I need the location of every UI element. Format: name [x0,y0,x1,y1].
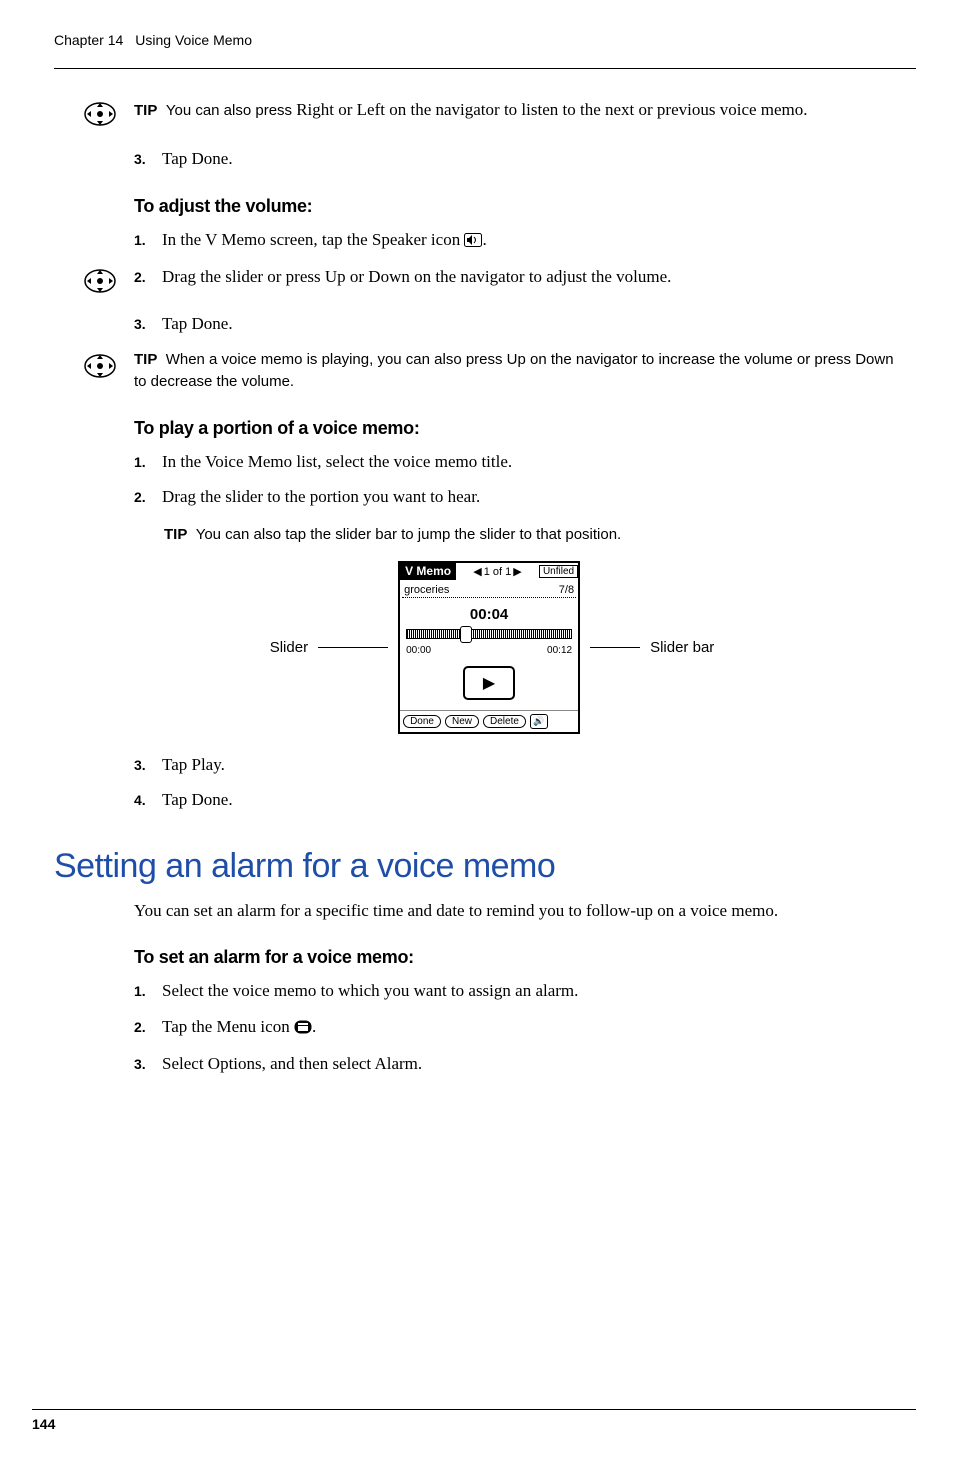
callout-line [590,647,640,648]
step-number: 2. [134,487,152,508]
speaker-icon [464,229,482,255]
callout-sliderbar: Slider bar [650,639,714,656]
callout-slider: Slider [270,639,308,656]
adjust-step-2: 2. Drag the slider or press Up or Down o… [134,264,906,290]
step-number: 2. [134,267,152,288]
step-text: Tap Play. [162,752,225,778]
step-number: 2. [134,1017,152,1038]
page-number: 144 [32,1416,55,1432]
step-number: 4. [134,790,152,811]
section-heading-alarm: Setting an alarm for a voice memo [54,847,906,886]
tip-body: You can also tap the slider bar to jump … [196,526,622,543]
callout-line [318,647,388,648]
play-step-2: 2. Drag the slider to the portion you wa… [134,484,906,510]
done-button[interactable]: Done [403,715,441,728]
menu-icon [294,1016,312,1042]
memo-date: 7/8 [559,584,574,596]
navigator-icon [80,99,120,134]
tip-3: TIP You can also tap the slider bar to j… [164,526,906,543]
alarm-step-3: 3. Select Options, and then select Alarm… [134,1051,906,1077]
category-picker[interactable]: Unfiled [539,565,578,578]
new-button[interactable]: New [445,715,479,728]
step-text: Tap Done. [162,787,233,813]
palm-vmemo-screen: V Memo ◀ 1 of 1 ▶ Unfiled groceries 7/8 … [398,561,580,734]
step-number: 1. [134,981,152,1002]
step-text: In the Voice Memo list, select the voice… [162,449,512,475]
elapsed-time: 00:04 [400,606,578,623]
step-text: Tap the Menu icon . [162,1014,316,1042]
counter: ◀ 1 of 1 ▶ [473,565,521,578]
section-intro: You can set an alarm for a specific time… [134,898,906,924]
adjust-step-1: 1. In the V Memo screen, tap the Speaker… [134,227,906,255]
navigator-icon [80,351,120,386]
memo-name-row: groceries 7/8 [402,583,576,598]
play-step-1: 1. In the Voice Memo list, select the vo… [134,449,906,475]
screenshot-block: Slider V Memo ◀ 1 of 1 ▶ Unfiled groceri… [78,561,906,734]
subhead-adjust-volume: To adjust the volume: [134,196,906,217]
step-text: Tap Done. [162,311,233,337]
slider-thumb[interactable] [460,626,472,643]
speaker-icon[interactable]: 🔊 [530,714,548,729]
page-header: Chapter 14 Using Voice Memo [54,32,916,48]
start-time: 00:00 [406,645,431,656]
tip-label: TIP [134,351,157,368]
tip-2: TIP When a voice memo is playing, you ca… [80,349,906,394]
page-footer: 144 [32,1409,916,1432]
tip-1: TIP You can also press You can also pres… [80,97,906,134]
tip-label: TIP [134,102,157,119]
step-text: Select the voice memo to which you want … [162,978,578,1004]
header-rule [54,68,916,69]
subhead-play-portion: To play a portion of a voice memo: [134,418,906,439]
step-number: 3. [134,1054,152,1075]
chapter-label: Chapter 14 [54,32,123,48]
tip-body: When a voice memo is playing, you can al… [134,351,894,391]
step-number: 3. [134,149,152,170]
alarm-step-1: 1. Select the voice memo to which you wa… [134,978,906,1004]
memo-name[interactable]: groceries [404,584,449,596]
step-number: 1. [134,230,152,251]
step-text: Drag the slider to the portion you want … [162,484,480,510]
end-time: 00:12 [547,645,572,656]
step-text: Tap Done. [162,146,233,172]
adjust-step-2-row: 2. Drag the slider or press Up or Down o… [80,264,906,301]
prev-step-3: 3. Tap Done. [134,146,906,172]
step-number: 3. [134,314,152,335]
play-step-3: 3. Tap Play. [134,752,906,778]
adjust-step-3: 3. Tap Done. [134,311,906,337]
delete-button[interactable]: Delete [483,715,526,728]
step-number: 1. [134,452,152,473]
play-step-4: 4. Tap Done. [134,787,906,813]
slider-bar[interactable] [406,629,572,639]
tip-label: TIP [164,526,187,543]
play-button[interactable]: ▶ [463,666,515,700]
navigator-icon [80,266,120,301]
step-number: 3. [134,755,152,776]
step-text: Drag the slider or press Up or Down on t… [162,264,671,290]
subhead-set-alarm: To set an alarm for a voice memo: [134,947,906,968]
alarm-step-2: 2. Tap the Menu icon . [134,1014,906,1042]
step-text: Select Options, and then select Alarm. [162,1051,422,1077]
chapter-title: Using Voice Memo [135,32,252,48]
app-title: V Memo [400,563,456,580]
step-text: In the V Memo screen, tap the Speaker ic… [162,227,487,255]
